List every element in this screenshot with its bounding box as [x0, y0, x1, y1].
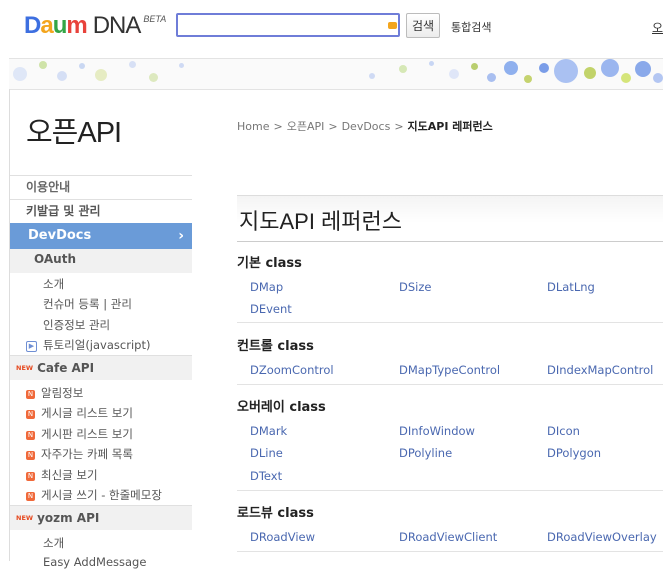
sidebar-item-yozm-api[interactable]: NEW yozm API [10, 505, 192, 530]
section-title-roadview: 로드뷰 class [237, 506, 314, 521]
decorative-banner [9, 58, 663, 90]
sidebar-item-tutorial[interactable]: ▶ 튜토리얼(javascript) [26, 337, 150, 353]
sidebar-subitem-label: 자주가는 카페 목록 [41, 447, 133, 461]
class-link[interactable]: DSize [399, 280, 431, 294]
sidebar-subitem[interactable]: 컨슈머 등록 | 관리 [43, 296, 132, 312]
breadcrumb-open-api[interactable]: 오픈API [287, 120, 325, 133]
class-link[interactable]: DIcon [547, 424, 580, 438]
class-link[interactable]: DIndexMapControl [547, 363, 653, 377]
class-link[interactable]: DEvent [250, 302, 292, 316]
new-badge: NEW [16, 364, 34, 372]
class-link[interactable]: DPolygon [547, 446, 601, 460]
search-input[interactable] [182, 16, 386, 36]
sidebar-subitem[interactable]: 인증정보 관리 [43, 317, 110, 333]
class-link[interactable]: DText [250, 469, 282, 483]
n-badge-icon: N [26, 410, 35, 419]
section-title-basic: 기본 class [237, 256, 302, 271]
section-divider [237, 551, 663, 552]
sidebar-item-cafe-label: Cafe API [37, 361, 95, 375]
sidebar: 오픈API 이용안내 키발급 및 관리 DevDocs › OAuth 소개 컨… [9, 89, 192, 569]
sidebar-subitem[interactable]: Easy AddMessage [43, 555, 146, 569]
sidebar-item-oauth[interactable]: OAuth [10, 249, 192, 273]
class-link[interactable]: DLine [250, 446, 283, 460]
reference-header: 지도API 레퍼런스 [237, 195, 663, 242]
sidebar-subitem[interactable]: N 자주가는 카페 목록 [26, 446, 133, 462]
dna-logo-text: DNA [92, 12, 142, 39]
class-link[interactable]: DMark [250, 424, 287, 438]
search-dropdown-icon[interactable] [388, 22, 397, 29]
section-title-control: 컨트롤 class [237, 339, 314, 354]
class-link[interactable]: DPolyline [399, 446, 452, 460]
search-button[interactable]: 검색 [406, 13, 440, 38]
breadcrumb-home[interactable]: Home [237, 120, 269, 133]
class-link[interactable]: DZoomControl [250, 363, 334, 377]
sidebar-subitem[interactable]: 소개 [43, 535, 64, 551]
class-link[interactable]: DRoadViewOverlay [547, 530, 657, 544]
new-badge: NEW [16, 514, 34, 522]
breadcrumb-separator: > [394, 120, 404, 133]
section-divider [237, 322, 663, 323]
class-link[interactable]: DInfoWindow [399, 424, 475, 438]
n-badge-icon: N [26, 472, 35, 481]
n-badge-icon: N [26, 451, 35, 460]
section-divider [237, 490, 663, 491]
sidebar-subitem-label: 최신글 보기 [41, 468, 98, 482]
breadcrumb-separator: > [273, 120, 283, 133]
class-link[interactable]: DMap [250, 280, 283, 294]
total-search-link[interactable]: 통합검색 [451, 19, 491, 35]
sidebar-subitem-label: 게시판 리스트 보기 [41, 427, 133, 441]
sidebar-subitem[interactable]: N 알림정보 [26, 385, 83, 401]
class-link[interactable]: DMapTypeControl [399, 363, 500, 377]
chevron-right-icon: › [178, 228, 184, 244]
play-icon: ▶ [26, 341, 37, 352]
top-header: Daum DNA BETA 검색 통합검색 오 [0, 0, 663, 58]
breadcrumb: Home > 오픈API > DevDocs > 지도API 레퍼런스 [237, 118, 493, 134]
n-badge-icon: N [26, 431, 35, 440]
sidebar-subitem-label: 게시글 리스트 보기 [41, 406, 133, 420]
breadcrumb-devdocs[interactable]: DevDocs [342, 120, 391, 133]
sidebar-subitem[interactable]: 소개 [43, 276, 64, 292]
sidebar-title: 오픈API [26, 117, 122, 149]
beta-label: BETA [143, 14, 167, 24]
breadcrumb-separator: > [328, 120, 338, 133]
page-title: 지도API 레퍼런스 [239, 209, 403, 234]
top-right-link[interactable]: 오 [652, 19, 663, 36]
daum-dna-logo[interactable]: Daum DNA BETA [24, 12, 166, 40]
daum-logo: Daum [24, 12, 88, 39]
sidebar-item-intro[interactable]: 이용안내 [10, 175, 192, 199]
sidebar-subitem[interactable]: N 게시글 쓰기 - 한줄메모장 [26, 487, 162, 503]
sidebar-item-tutorial-label: 튜토리얼(javascript) [43, 338, 151, 352]
sidebar-item-devdocs[interactable]: DevDocs › [10, 223, 192, 249]
class-link[interactable]: DRoadViewClient [399, 530, 497, 544]
sidebar-subitem[interactable]: N 최신글 보기 [26, 467, 98, 483]
sidebar-subitem[interactable]: N 게시판 리스트 보기 [26, 426, 133, 442]
search-box [176, 13, 400, 37]
sidebar-item-cafe-api[interactable]: NEW Cafe API [10, 355, 192, 380]
n-badge-icon: N [26, 390, 35, 399]
sidebar-subitem-label: 게시글 쓰기 - 한줄메모장 [41, 488, 162, 502]
class-link[interactable]: DRoadView [250, 530, 315, 544]
sidebar-item-yozm-label: yozm API [37, 511, 100, 525]
breadcrumb-current: 지도API 레퍼런스 [407, 120, 493, 133]
sidebar-item-devdocs-label: DevDocs [28, 228, 92, 243]
sidebar-subitem[interactable]: N 게시글 리스트 보기 [26, 405, 133, 421]
n-badge-icon: N [26, 492, 35, 501]
class-link[interactable]: DLatLng [547, 280, 595, 294]
sidebar-subitem-label: 알림정보 [41, 386, 84, 400]
section-title-overlay: 오버레이 class [237, 400, 326, 415]
section-divider [237, 384, 663, 385]
sidebar-item-key-manage[interactable]: 키발급 및 관리 [10, 199, 192, 223]
